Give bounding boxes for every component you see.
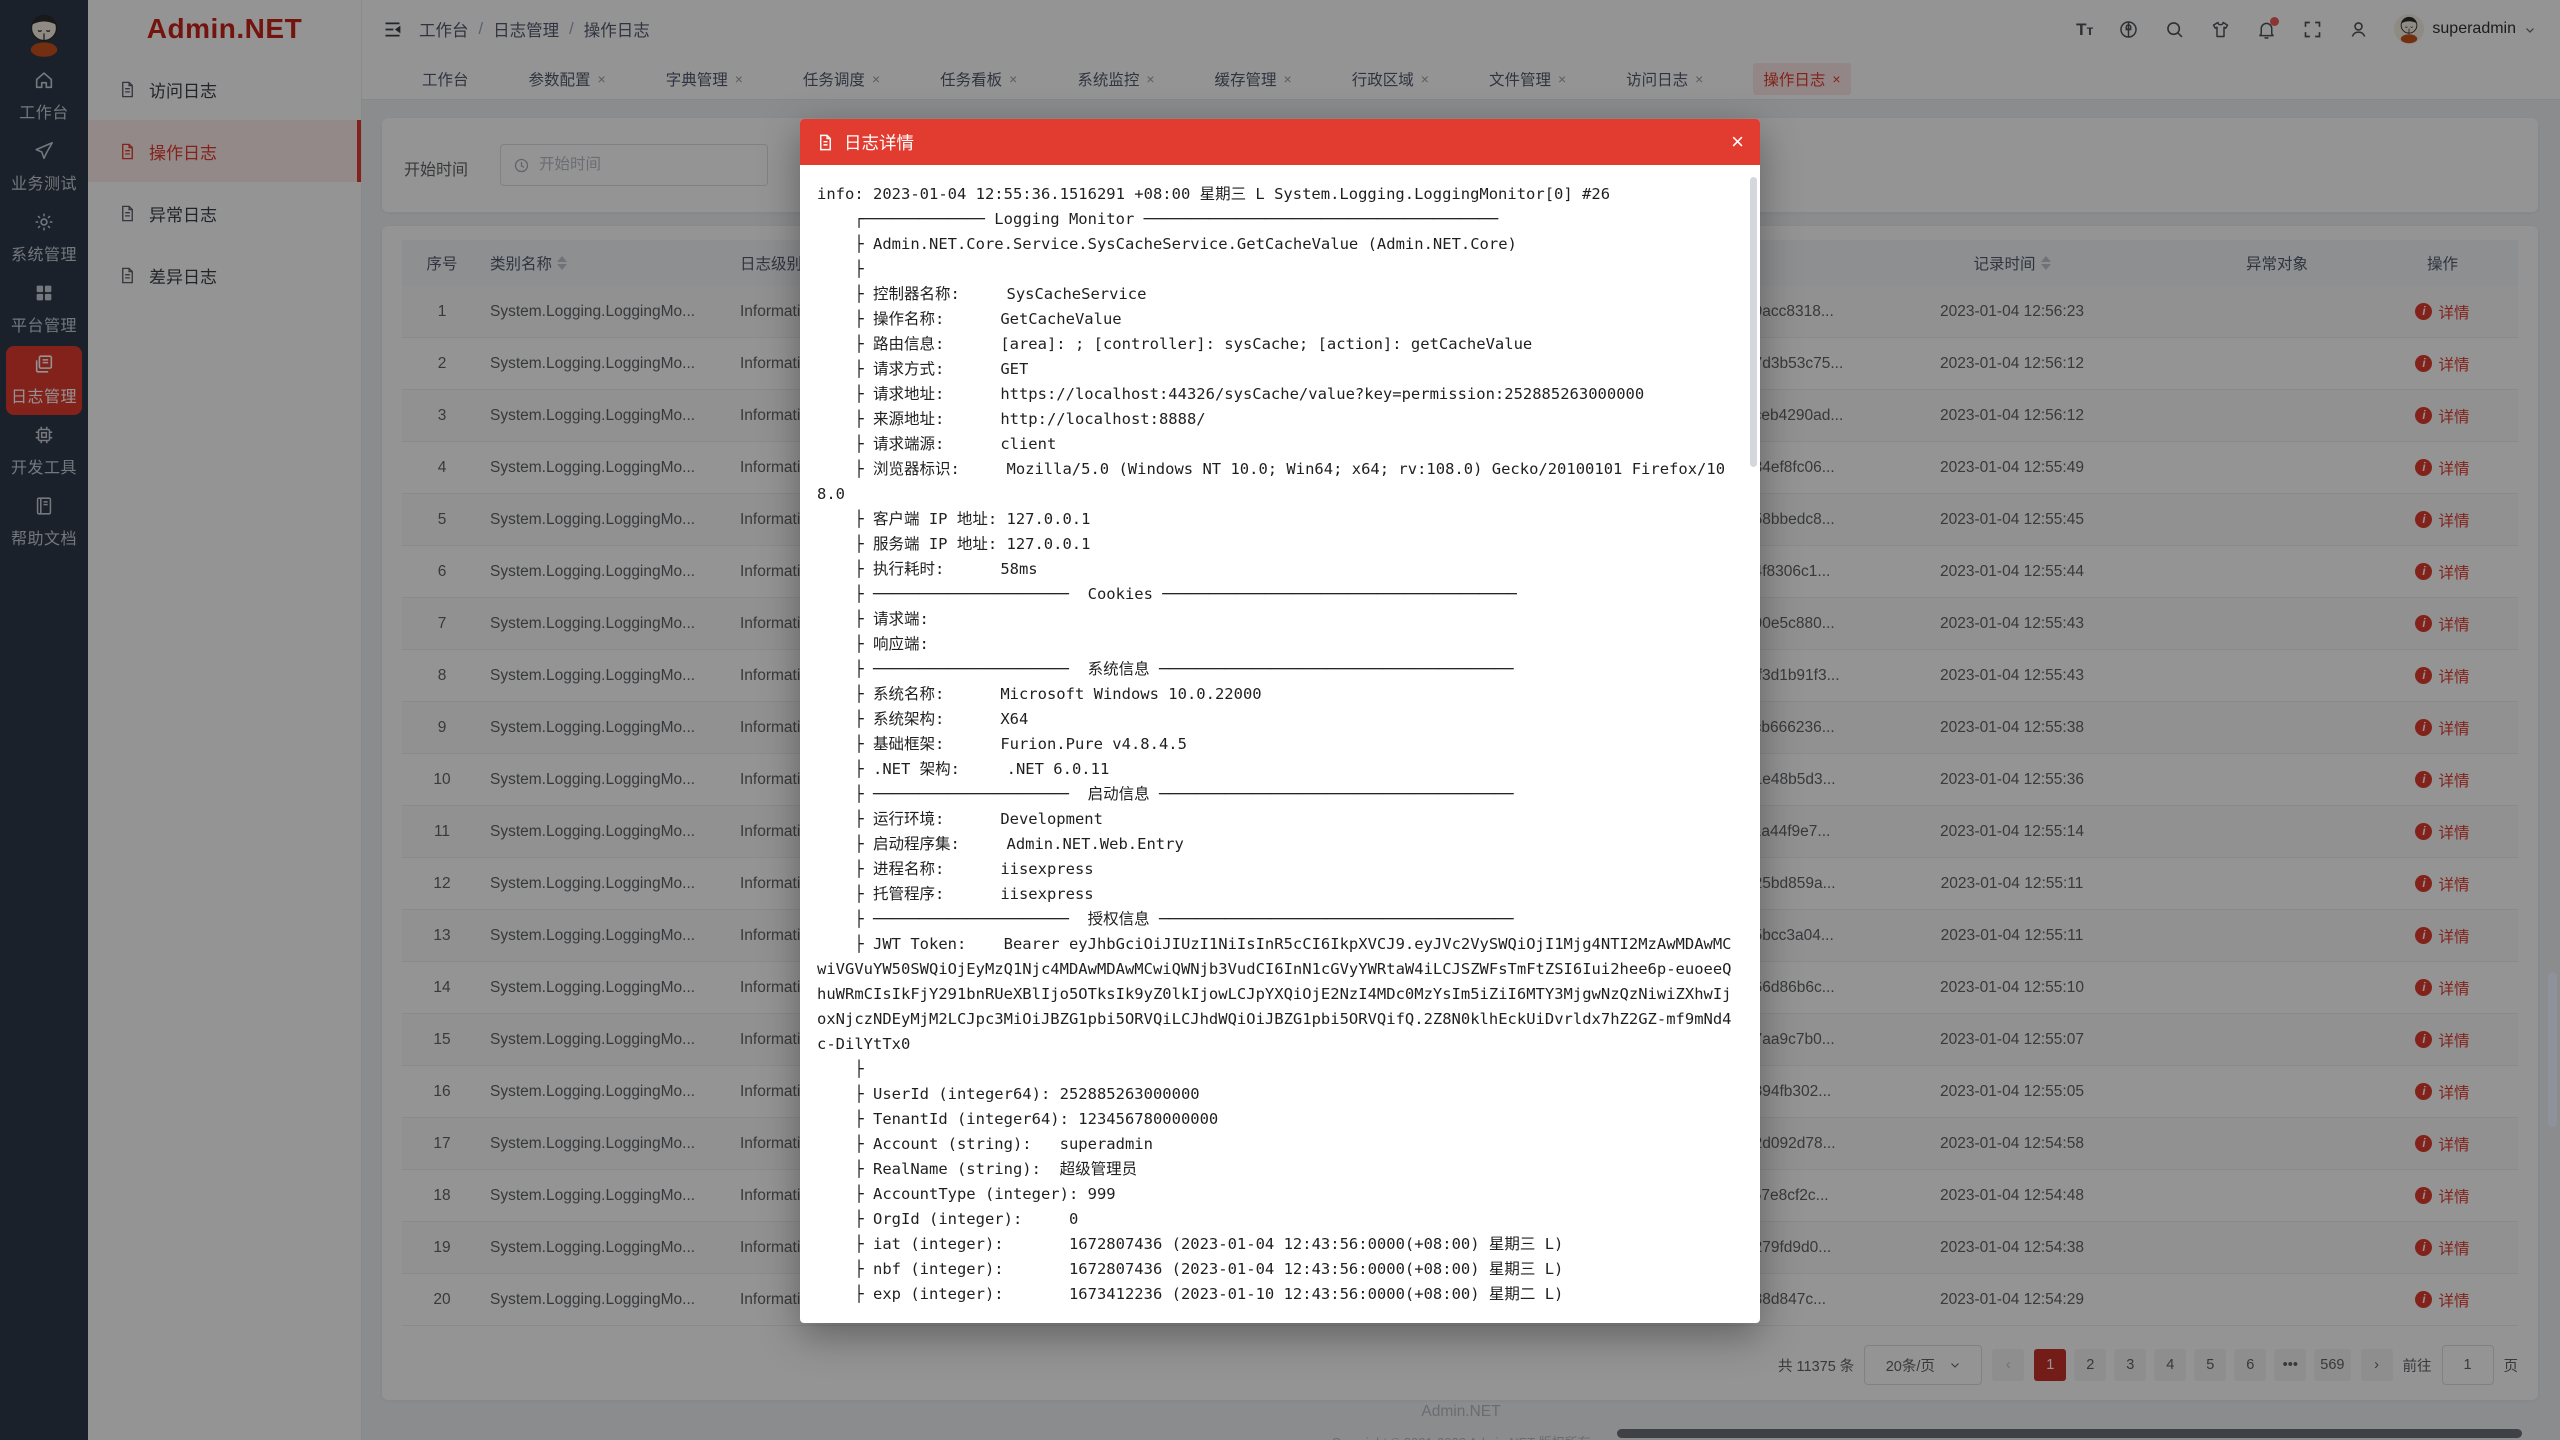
- vertical-scrollbar[interactable]: [2548, 972, 2557, 1127]
- horizontal-scrollbar[interactable]: [1617, 1429, 2522, 1438]
- log-detail-dialog: 日志详情 × info: 2023-01-04 12:55:36.1516291…: [800, 119, 1760, 1323]
- dialog-title: 日志详情: [844, 130, 914, 155]
- dialog-scrollbar[interactable]: [1750, 177, 1757, 467]
- document-icon: [816, 133, 835, 152]
- close-icon[interactable]: ×: [1731, 131, 1744, 153]
- dialog-header: 日志详情 ×: [800, 119, 1760, 165]
- app-root: 工作台 业务测试 系统管理 平台管理 日志管理 开发工具 帮助文档 Admin.…: [0, 0, 2560, 1440]
- dialog-body: info: 2023-01-04 12:55:36.1516291 +08:00…: [800, 165, 1760, 1323]
- log-text: info: 2023-01-04 12:55:36.1516291 +08:00…: [800, 165, 1760, 1307]
